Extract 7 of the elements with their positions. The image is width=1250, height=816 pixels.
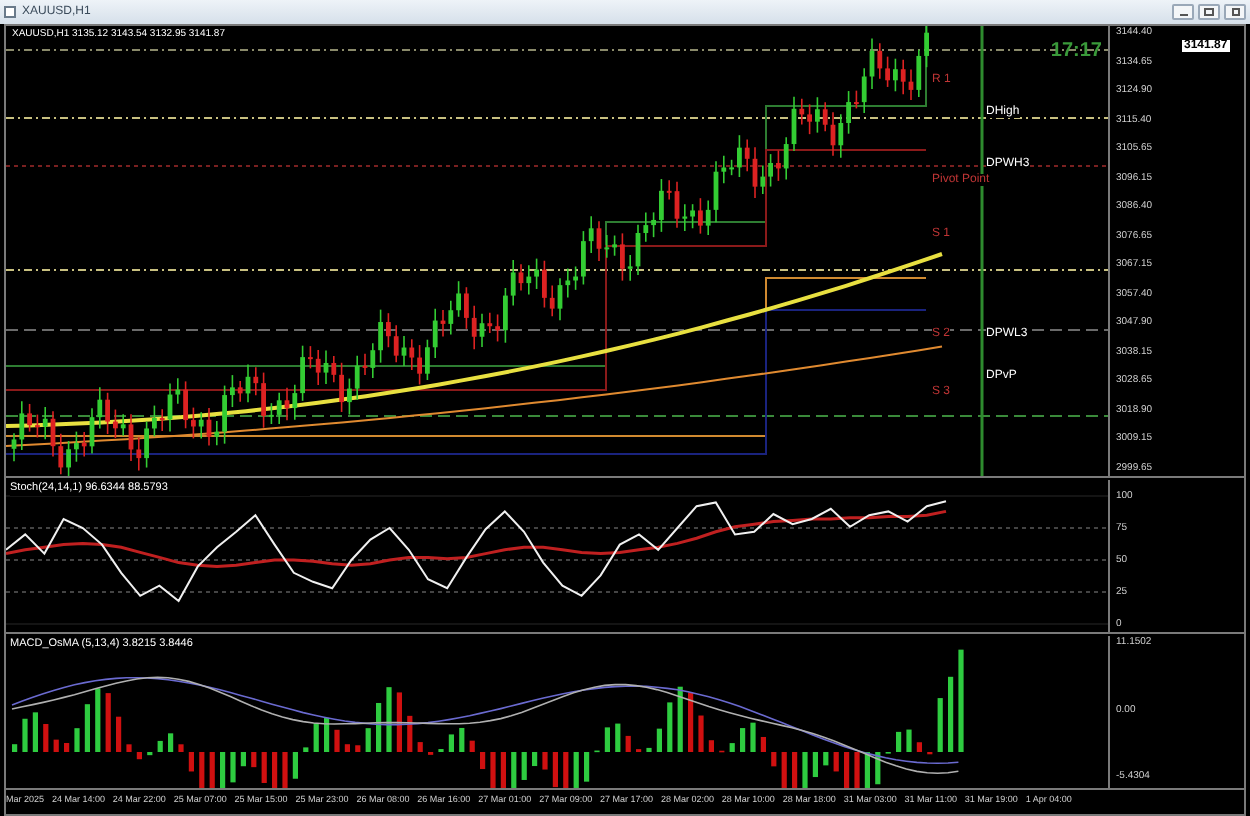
clock-label: 17:17 xyxy=(1050,42,1102,62)
chart-window-icon xyxy=(4,6,16,18)
close-button[interactable] xyxy=(1224,4,1246,20)
minimize-icon xyxy=(1179,14,1187,16)
minimize-button[interactable] xyxy=(1172,4,1194,20)
maximize-button[interactable] xyxy=(1198,4,1220,20)
maximize-icon xyxy=(1204,8,1214,16)
